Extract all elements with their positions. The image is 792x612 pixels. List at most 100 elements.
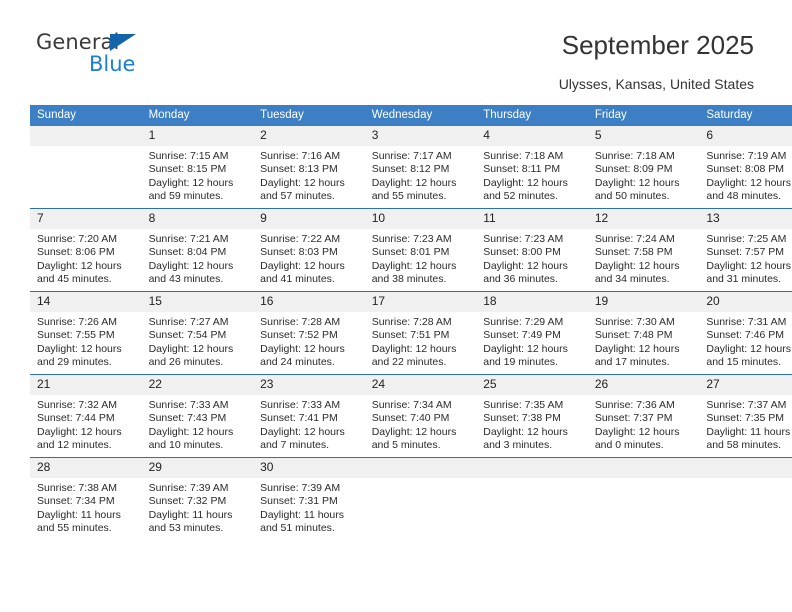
calendar-day-cell[interactable]: 17 Sunrise: 7:28 AM Sunset: 7:51 PM Dayligh…	[364, 291, 477, 375]
calendar-day-cell[interactable]: 10 Sunrise: 7:23 AM Sunset: 8:01 PM Dayligh…	[364, 208, 477, 292]
calendar-day-cell[interactable]: 16 Sunrise: 7:28 AM Sunset: 7:52 PM Dayligh…	[253, 291, 365, 375]
day-number: 29	[141, 458, 254, 478]
calendar-empty-cell	[364, 457, 477, 540]
daylight-text-cont: and 38 minutes.	[371, 273, 447, 286]
daylight-text: Daylight: 12 hours	[594, 342, 680, 355]
calendar-day-cell[interactable]: 23 Sunrise: 7:33 AM Sunset: 7:41 PM Dayligh…	[253, 374, 365, 458]
day-details: Sunrise: 7:24 AM Sunset: 7:58 PM Daylight:…	[588, 229, 700, 287]
sunrise-text: Sunrise: 7:38 AM	[37, 482, 117, 494]
calendar-day-cell[interactable]: 24 Sunrise: 7:34 AM Sunset: 7:40 PM Dayligh…	[364, 374, 477, 458]
day-details: Sunrise: 7:32 AM Sunset: 7:44 PM Daylight:…	[30, 395, 142, 453]
calendar-day-cell[interactable]: 25 Sunrise: 7:35 AM Sunset: 7:38 PM Dayligh…	[476, 374, 588, 458]
calendar-day-cell[interactable]: 6 Sunrise: 7:19 AM Sunset: 8:08 PM Daylight…	[699, 126, 792, 209]
day-details	[30, 146, 142, 150]
weekday-header-tuesday: Tuesday	[253, 105, 365, 126]
day-number: 25	[476, 375, 588, 395]
day-details: Sunrise: 7:28 AM Sunset: 7:51 PM Daylight:…	[365, 312, 477, 370]
calendar-day-cell[interactable]: 13 Sunrise: 7:25 AM Sunset: 7:57 PM Dayligh…	[699, 208, 792, 292]
day-details: Sunrise: 7:30 AM Sunset: 7:48 PM Daylight:…	[588, 312, 700, 370]
day-number: 5	[587, 126, 700, 146]
daylight-text: Daylight: 12 hours	[37, 342, 122, 355]
calendar-day-cell[interactable]: 26 Sunrise: 7:36 AM Sunset: 7:37 PM Dayligh…	[587, 374, 700, 458]
day-details: Sunrise: 7:18 AM Sunset: 8:11 PM Daylight:…	[476, 146, 588, 204]
day-number: 18	[476, 292, 588, 312]
calendar-day-cell[interactable]: 8 Sunrise: 7:21 AM Sunset: 8:04 PM Daylight…	[141, 208, 254, 292]
calendar-week-row: 1 Sunrise: 7:15 AM Sunset: 8:15 PM Daylight…	[30, 126, 792, 209]
day-number: 20	[699, 292, 792, 312]
calendar-day-cell[interactable]: 11 Sunrise: 7:23 AM Sunset: 8:00 PM Dayligh…	[476, 208, 588, 292]
daylight-text: Daylight: 12 hours	[483, 425, 568, 438]
day-details: Sunrise: 7:23 AM Sunset: 8:01 PM Daylight:…	[365, 229, 477, 287]
calendar-day-cell[interactable]: 27 Sunrise: 7:37 AM Sunset: 7:35 PM Dayligh…	[699, 374, 792, 458]
calendar-day-cell[interactable]: 12 Sunrise: 7:24 AM Sunset: 7:58 PM Dayligh…	[587, 208, 700, 292]
daylight-text-cont: and 7 minutes.	[260, 439, 330, 452]
sunset-text: Sunset: 7:34 PM	[37, 495, 115, 508]
calendar-day-cell[interactable]: 28 Sunrise: 7:38 AM Sunset: 7:34 PM Dayligh…	[30, 457, 142, 540]
sunrise-text: Sunrise: 7:34 AM	[371, 399, 452, 411]
daylight-text-cont: and 58 minutes.	[706, 439, 782, 452]
calendar-day-cell[interactable]: 29 Sunrise: 7:39 AM Sunset: 7:32 PM Dayligh…	[141, 457, 254, 540]
logo-text-blue: Blue	[89, 52, 136, 76]
weekday-header-wednesday: Wednesday	[364, 105, 477, 126]
calendar-day-cell[interactable]: 20 Sunrise: 7:31 AM Sunset: 7:46 PM Dayligh…	[699, 291, 792, 375]
calendar-day-cell[interactable]: 19 Sunrise: 7:30 AM Sunset: 7:48 PM Dayligh…	[587, 291, 700, 375]
sunrise-text: Sunrise: 7:19 AM	[706, 150, 787, 162]
sunrise-text: Sunrise: 7:18 AM	[483, 150, 564, 162]
day-number: 12	[587, 209, 700, 229]
sunrise-text: Sunrise: 7:29 AM	[483, 316, 564, 328]
calendar-day-cell[interactable]: 3 Sunrise: 7:17 AM Sunset: 8:12 PM Daylight…	[364, 126, 477, 209]
day-details: Sunrise: 7:27 AM Sunset: 7:54 PM Daylight:…	[142, 312, 254, 370]
sunrise-text: Sunrise: 7:31 AM	[706, 316, 787, 328]
calendar-day-cell[interactable]: 22 Sunrise: 7:33 AM Sunset: 7:43 PM Dayligh…	[141, 374, 254, 458]
daylight-text-cont: and 55 minutes.	[371, 190, 447, 203]
calendar-day-cell[interactable]: 4 Sunrise: 7:18 AM Sunset: 8:11 PM Daylight…	[476, 126, 588, 209]
daylight-text-cont: and 36 minutes.	[483, 273, 558, 286]
daylight-text-cont: and 51 minutes.	[260, 522, 335, 535]
daylight-text: Daylight: 12 hours	[371, 342, 457, 355]
sunrise-text: Sunrise: 7:33 AM	[148, 399, 229, 411]
page-title: September 2025	[561, 30, 754, 60]
daylight-text: Daylight: 12 hours	[594, 176, 680, 189]
sunset-text: Sunset: 7:51 PM	[371, 329, 450, 342]
sunrise-text: Sunrise: 7:15 AM	[148, 150, 229, 162]
sunrise-text: Sunrise: 7:33 AM	[260, 399, 341, 411]
calendar-day-cell[interactable]: 7 Sunrise: 7:20 AM Sunset: 8:06 PM Daylight…	[30, 208, 142, 292]
sunrise-text: Sunrise: 7:21 AM	[148, 233, 229, 245]
day-details: Sunrise: 7:34 AM Sunset: 7:40 PM Daylight:…	[365, 395, 477, 453]
calendar-day-cell[interactable]: 14 Sunrise: 7:26 AM Sunset: 7:55 PM Dayligh…	[30, 291, 142, 375]
calendar-day-cell[interactable]: 18 Sunrise: 7:29 AM Sunset: 7:49 PM Dayligh…	[476, 291, 588, 375]
day-number: 30	[253, 458, 365, 478]
day-details: Sunrise: 7:33 AM Sunset: 7:43 PM Daylight:…	[142, 395, 254, 453]
calendar-day-cell[interactable]: 30 Sunrise: 7:39 AM Sunset: 7:31 PM Dayligh…	[253, 457, 365, 540]
generalblue-logo[interactable]: General Blue	[36, 30, 236, 86]
calendar-day-cell[interactable]: 9 Sunrise: 7:22 AM Sunset: 8:03 PM Daylight…	[253, 208, 365, 292]
calendar-day-cell[interactable]: 15 Sunrise: 7:27 AM Sunset: 7:54 PM Dayligh…	[141, 291, 254, 375]
sunset-text: Sunset: 7:43 PM	[148, 412, 227, 425]
sunrise-text: Sunrise: 7:18 AM	[594, 150, 675, 162]
weekday-header-monday: Monday	[141, 105, 254, 126]
day-details: Sunrise: 7:19 AM Sunset: 8:08 PM Daylight:…	[699, 146, 792, 204]
calendar-week-row: 21 Sunrise: 7:32 AM Sunset: 7:44 PM Dayligh…	[30, 374, 792, 458]
sunrise-text: Sunrise: 7:27 AM	[148, 316, 229, 328]
calendar-day-cell[interactable]: 1 Sunrise: 7:15 AM Sunset: 8:15 PM Daylight…	[141, 126, 254, 209]
daylight-text-cont: and 29 minutes.	[37, 356, 112, 369]
calendar-day-cell[interactable]: 21 Sunrise: 7:32 AM Sunset: 7:44 PM Dayligh…	[30, 374, 142, 458]
weekday-header-sunday: Sunday	[30, 105, 142, 126]
daylight-text-cont: and 12 minutes.	[37, 439, 112, 452]
calendar-day-cell[interactable]: 2 Sunrise: 7:16 AM Sunset: 8:13 PM Daylight…	[253, 126, 365, 209]
sunset-text: Sunset: 7:38 PM	[483, 412, 561, 425]
sunset-text: Sunset: 7:52 PM	[260, 329, 338, 342]
sunset-text: Sunset: 7:31 PM	[260, 495, 338, 508]
day-number: 7	[30, 209, 142, 229]
daylight-text-cont: and 17 minutes.	[594, 356, 670, 369]
sunrise-text: Sunrise: 7:23 AM	[483, 233, 564, 245]
day-number: 14	[30, 292, 142, 312]
daylight-text-cont: and 57 minutes.	[260, 190, 335, 203]
daylight-text-cont: and 50 minutes.	[594, 190, 670, 203]
sunrise-text: Sunrise: 7:30 AM	[594, 316, 675, 328]
sunrise-text: Sunrise: 7:32 AM	[37, 399, 117, 411]
calendar-empty-cell	[476, 457, 588, 540]
daylight-text: Daylight: 12 hours	[260, 176, 345, 189]
calendar-day-cell[interactable]: 5 Sunrise: 7:18 AM Sunset: 8:09 PM Daylight…	[587, 126, 700, 209]
day-number: 28	[30, 458, 142, 478]
